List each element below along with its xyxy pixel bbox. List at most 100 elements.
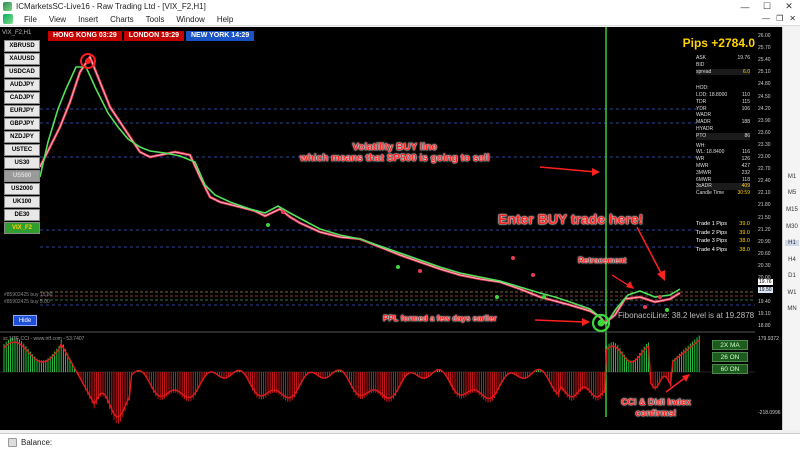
session-hong-kong: HONG KONG 03:29 xyxy=(48,31,122,41)
trade-label: Trade 3 Pips xyxy=(696,238,727,244)
symbol-button[interactable]: DE30 xyxy=(4,209,40,221)
stats-row: WL: 18.8400 116 xyxy=(696,149,750,156)
symbol-button[interactable]: USDCAD xyxy=(4,66,40,78)
minimize-button[interactable]: — xyxy=(734,0,756,13)
stats-row: HOD: xyxy=(696,85,750,92)
menu-insert[interactable]: Insert xyxy=(72,15,104,24)
menu-charts[interactable]: Charts xyxy=(104,15,140,24)
annotation-cci: CCI & Didi Index confirms! xyxy=(621,397,691,419)
chart-window-icon[interactable] xyxy=(3,14,13,24)
symbol-button[interactable]: EURJPY xyxy=(4,105,40,117)
chart-symbol-title: VIX_F2,H1 xyxy=(2,30,32,36)
price-chart-svg xyxy=(0,27,755,424)
hide-button[interactable]: Hide xyxy=(13,315,37,326)
timeframe-m15-button[interactable]: M15 xyxy=(785,207,799,213)
price-tick-label: 24.20 xyxy=(758,105,771,112)
price-tick-label: 21.50 xyxy=(758,214,771,221)
menu-tools[interactable]: Tools xyxy=(140,15,171,24)
cci-bottom-level: -218.0996 xyxy=(758,410,781,416)
symbol-button[interactable]: UK100 xyxy=(4,196,40,208)
trade-row: Trade 1 Pips 39.0 xyxy=(696,220,750,229)
stats-row: 3xADR 409 xyxy=(696,183,750,191)
price-tick-label: 22.70 xyxy=(758,166,771,173)
stats-row: WADR xyxy=(696,112,750,119)
menu-help[interactable]: Help xyxy=(211,15,239,24)
menu-window[interactable]: Window xyxy=(170,15,210,24)
stats-value: 188 xyxy=(741,119,750,126)
menu-view[interactable]: View xyxy=(43,15,72,24)
stats-row xyxy=(696,75,750,82)
cci-top-level: 179.9372 xyxy=(758,336,779,342)
symbol-button[interactable]: CADJPY xyxy=(4,92,40,104)
stats-value: 110 xyxy=(742,91,750,98)
cci-60-button[interactable]: 60 ON xyxy=(712,364,748,374)
stats-value: 232 xyxy=(741,169,750,176)
stats-row: 3MWR 232 xyxy=(696,170,750,177)
stats-key: WR xyxy=(696,156,705,163)
symbol-button[interactable]: US500 xyxy=(4,170,40,182)
stats-key: 6MWR xyxy=(696,176,712,183)
mdi-close-button[interactable]: ✕ xyxy=(789,14,796,23)
stats-key: HOD: xyxy=(696,85,709,92)
stats-value: 115 xyxy=(742,98,750,105)
stats-key: MWR xyxy=(696,162,709,169)
stats-key: TDR xyxy=(696,98,707,105)
balance-icon xyxy=(8,437,17,447)
stats-row: BID xyxy=(696,62,750,69)
symbol-button[interactable]: VIX_F2 xyxy=(4,222,40,234)
timeframe-h1-button[interactable]: H1 xyxy=(785,240,799,246)
trade-pips: 39.0 xyxy=(739,221,750,227)
status-bar: Balance: xyxy=(0,433,800,450)
stats-value: 86 xyxy=(744,132,750,139)
stats-key: HYADR xyxy=(696,125,714,132)
stats-key: WH: xyxy=(696,142,706,149)
stats-key: MADR xyxy=(696,119,711,126)
price-ma-line xyxy=(38,54,681,325)
session-new-york: NEW YORK 14:29 xyxy=(185,31,255,41)
symbol-button[interactable]: US30 xyxy=(4,157,40,169)
app-window: ICMarketsSC-Live16 - Raw Trading Ltd - [… xyxy=(0,0,800,450)
trade-label: Trade 2 Pips xyxy=(696,229,727,236)
stats-panel: ASK 19.76 BID spread 6.0 HOD: LOD: 18.8000 110 T… xyxy=(696,55,750,197)
horizontal-dashed-levels xyxy=(40,108,755,306)
stats-key: 3MWR xyxy=(696,169,712,176)
price-tick-label: 23.90 xyxy=(758,117,771,124)
ma-2x-button[interactable]: 2X MA xyxy=(712,340,748,350)
stats-key: BID xyxy=(696,61,705,68)
stats-value: 427 xyxy=(741,162,750,169)
stats-key: Candle Time xyxy=(696,190,725,197)
timeframe-w1-button[interactable]: W1 xyxy=(785,290,799,296)
symbol-button[interactable]: NZDJPY xyxy=(4,131,40,143)
trade-label: Trade 1 Pips xyxy=(696,221,727,227)
timeframe-toolbar: M1 M5 M15 M30 H1 H4 D1 W1 MN xyxy=(782,27,800,430)
price-tick-label: 23.60 xyxy=(758,129,771,136)
mdi-minimize-button[interactable]: — xyxy=(762,14,770,23)
timeframe-mn-button[interactable]: MN xyxy=(785,306,799,312)
timeframe-m5-button[interactable]: M5 xyxy=(785,190,799,196)
symbol-button[interactable]: XBRUSD xyxy=(4,40,40,52)
stats-key: YDR xyxy=(696,105,707,112)
symbol-button[interactable]: USTEC xyxy=(4,144,40,156)
timeframe-h4-button[interactable]: H4 xyxy=(785,257,799,263)
timeframe-m30-button[interactable]: M30 xyxy=(785,224,799,230)
close-button[interactable]: ✕ xyxy=(778,0,800,13)
timeframe-m1-button[interactable]: M1 xyxy=(785,174,799,180)
chart-area[interactable]: VIX_F2,H1 HONG KONG 03:29 LONDON 19:29 N… xyxy=(0,27,782,430)
symbol-button[interactable]: GBPJPY xyxy=(4,118,40,130)
symbol-button[interactable]: US2000 xyxy=(4,183,40,195)
price-tick-label: 25.40 xyxy=(758,57,771,64)
symbol-button[interactable]: AUDJPY xyxy=(4,79,40,91)
timeframe-d1-button[interactable]: D1 xyxy=(785,273,799,279)
annotation-volatility-line2: which means that SP500 is going to sell xyxy=(300,153,490,164)
window-title: ICMarketsSC-Live16 - Raw Trading Ltd - [… xyxy=(16,2,206,11)
symbol-button[interactable]: XAUUSD xyxy=(4,53,40,65)
annotation-ppl: PPL formed a few days earlier xyxy=(383,314,497,323)
stats-row: PTO 86 xyxy=(696,132,750,140)
price-tick-label: 23.30 xyxy=(758,141,771,148)
cci-26-button[interactable]: 26 ON xyxy=(712,352,748,362)
menu-file[interactable]: File xyxy=(18,15,43,24)
price-tick-label: 19.10 xyxy=(758,311,771,318)
maximize-button[interactable]: ☐ xyxy=(756,0,778,13)
cci-histogram xyxy=(3,335,700,424)
mdi-restore-button[interactable]: ❐ xyxy=(776,14,783,23)
